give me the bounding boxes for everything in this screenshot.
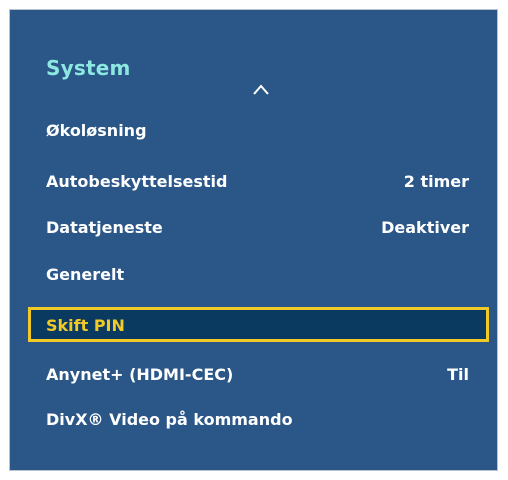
- menu-item-autobeskyttelsestid[interactable]: Autobeskyttelsestid 2 timer: [46, 171, 469, 193]
- menu-item-value: 2 timer: [403, 172, 469, 191]
- menu-item-label: Skift PIN: [46, 316, 125, 335]
- menu-title: System: [46, 56, 131, 80]
- menu-item-label: Generelt: [46, 265, 125, 284]
- menu-item-label: Anynet+ (HDMI-CEC): [46, 365, 234, 384]
- menu-item-value: Deaktiver: [381, 218, 469, 237]
- chevron-up-icon[interactable]: [253, 84, 269, 96]
- menu-item-anynet[interactable]: Anynet+ (HDMI-CEC) Til: [46, 364, 469, 386]
- menu-item-label: DivX® Video på kommando: [46, 410, 293, 429]
- menu-item-label: Autobeskyttelsestid: [46, 172, 228, 191]
- menu-item-label: Økoløsning: [46, 121, 147, 140]
- menu-item-divx[interactable]: DivX® Video på kommando: [46, 409, 469, 431]
- menu-item-generelt[interactable]: Generelt: [46, 264, 469, 286]
- menu-item-okolosning[interactable]: Økoløsning: [46, 120, 469, 142]
- menu-item-datatjeneste[interactable]: Datatjeneste Deaktiver: [46, 217, 469, 239]
- menu-item-skift-pin[interactable]: Skift PIN: [28, 307, 489, 342]
- menu-item-label: Datatjeneste: [46, 218, 163, 237]
- menu-item-value: Til: [447, 365, 469, 384]
- system-menu-panel: System Økoløsning Autobeskyttelsestid 2 …: [9, 9, 498, 471]
